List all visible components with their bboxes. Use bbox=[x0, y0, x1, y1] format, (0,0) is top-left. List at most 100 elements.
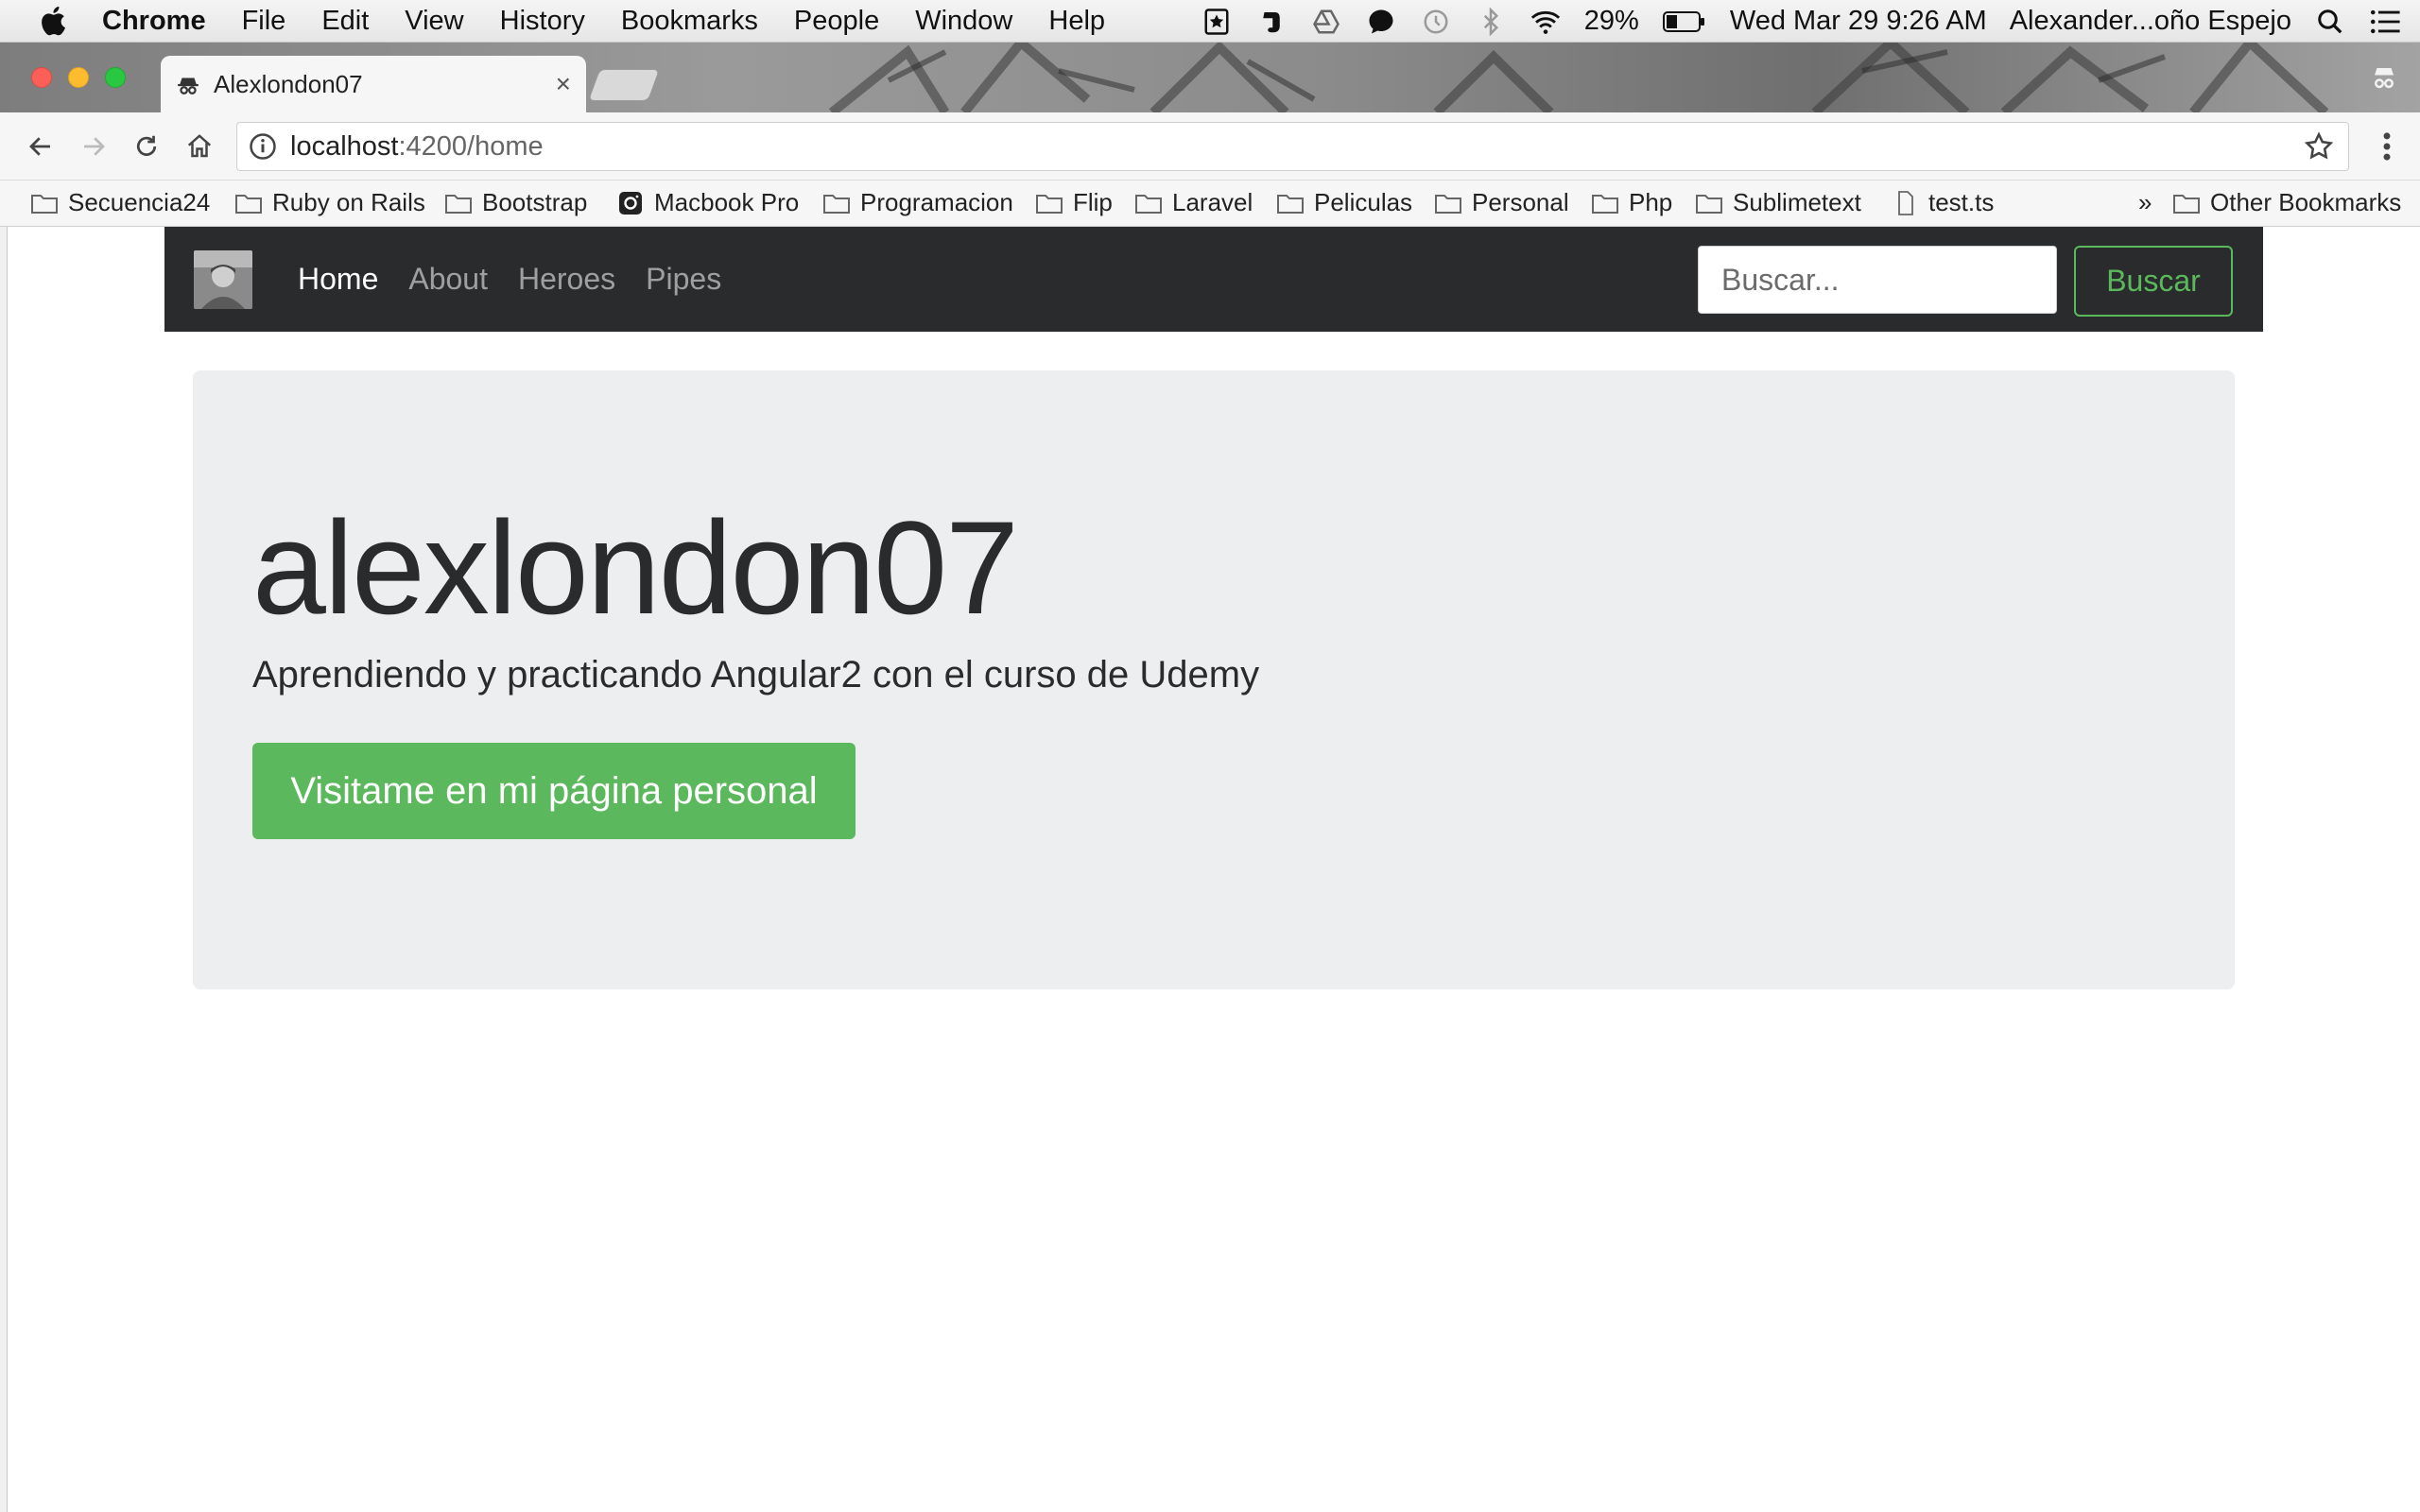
reload-button[interactable] bbox=[129, 129, 164, 164]
personal-page-button[interactable]: Visitame en mi página personal bbox=[252, 743, 856, 839]
bookmark-label: Other Bookmarks bbox=[2210, 188, 2402, 216]
battery-percent: 29% bbox=[1583, 6, 1639, 36]
bookmark-label: test.ts bbox=[1928, 188, 1995, 216]
chevron-double-right-icon: » bbox=[2138, 188, 2152, 216]
bookmark-label: Flip bbox=[1073, 188, 1113, 216]
browser-toolbar: localhost:4200/home bbox=[0, 112, 2420, 180]
nav-pipes[interactable]: Pipes bbox=[646, 262, 721, 297]
folder-icon bbox=[1135, 194, 1162, 214]
bookmark-flip[interactable]: Flip bbox=[1035, 188, 1113, 217]
menu-edit[interactable]: Edit bbox=[321, 6, 369, 37]
home-button[interactable] bbox=[182, 129, 217, 164]
bookmark-macbook-pro[interactable]: Macbook Pro bbox=[616, 188, 799, 217]
bookmark-label: Secuencia24 bbox=[68, 188, 211, 216]
reload-icon bbox=[136, 135, 157, 156]
folder-icon bbox=[2173, 194, 2200, 214]
new-tab-button[interactable] bbox=[587, 69, 661, 101]
battery-icon[interactable] bbox=[1662, 6, 1707, 38]
bookmark-label: Programacion bbox=[860, 188, 1013, 216]
bluetooth-icon[interactable] bbox=[1475, 6, 1507, 38]
arrow-left-icon bbox=[29, 137, 50, 156]
menu-window[interactable]: Window bbox=[915, 6, 1012, 37]
jumbotron-lead: Aprendiendo y practicando Angular2 con e… bbox=[252, 654, 1260, 696]
menu-file[interactable]: File bbox=[242, 6, 286, 37]
chrome-menu-icon[interactable] bbox=[2373, 129, 2401, 164]
search-button[interactable]: Buscar bbox=[2074, 246, 2233, 317]
menu-people[interactable]: People bbox=[794, 6, 879, 37]
tab-close-icon[interactable]: × bbox=[556, 69, 571, 99]
notification-center-icon[interactable] bbox=[2369, 6, 2401, 38]
folder-icon bbox=[823, 194, 850, 214]
window-zoom-button[interactable] bbox=[105, 67, 126, 88]
bookmark-other-bookmarks[interactable]: Other Bookmarks bbox=[2172, 188, 2401, 217]
file-icon bbox=[1898, 190, 1913, 215]
window-left-edge bbox=[0, 227, 8, 1512]
incognito-favicon-icon bbox=[178, 77, 199, 94]
bookmark-secuencia24[interactable]: Secuencia24 bbox=[30, 188, 210, 217]
brand-avatar[interactable] bbox=[194, 249, 252, 309]
bookmark-peliculas[interactable]: Peliculas bbox=[1276, 188, 1412, 217]
menu-view[interactable]: View bbox=[405, 6, 463, 37]
bookmark-app-icon[interactable] bbox=[1201, 6, 1233, 38]
profile-icon[interactable] bbox=[2368, 63, 2400, 92]
arrow-right-icon bbox=[84, 137, 105, 156]
tab-title: Alexlondon07 bbox=[214, 69, 363, 98]
jumbotron-title: alexlondon07 bbox=[252, 493, 1019, 642]
macos-menu-bar: Chrome File Edit View History Bookmarks … bbox=[0, 0, 2420, 43]
nav-about[interactable]: About bbox=[408, 262, 488, 297]
bookmark-label: Macbook Pro bbox=[654, 188, 800, 216]
bookmark-programacion[interactable]: Programacion bbox=[822, 188, 1013, 217]
evernote-icon[interactable] bbox=[1255, 6, 1288, 38]
address-bar[interactable]: localhost:4200/home bbox=[236, 122, 2349, 171]
menu-app-chrome[interactable]: Chrome bbox=[102, 6, 206, 37]
spotlight-search-icon[interactable] bbox=[2314, 6, 2346, 38]
window-minimize-button[interactable] bbox=[68, 67, 89, 88]
bookmark-bootstrap[interactable]: Bootstrap bbox=[444, 188, 587, 217]
tab-strip: Alexlondon07 × bbox=[0, 43, 2420, 112]
bookmark-label: Peliculas bbox=[1314, 188, 1413, 216]
wifi-icon[interactable] bbox=[1530, 6, 1562, 38]
instagram-icon bbox=[619, 191, 642, 215]
drive-icon[interactable] bbox=[1310, 6, 1342, 38]
bookmark-label: Sublimetext bbox=[1733, 188, 1861, 216]
menubar-status-area: 29% Wed Mar 29 9:26 AM Alexander...oño E… bbox=[1201, 0, 2420, 43]
tab-alexlondon07[interactable]: Alexlondon07 × bbox=[161, 56, 586, 112]
chat-bubble-icon[interactable] bbox=[1365, 6, 1397, 38]
nav-heroes[interactable]: Heroes bbox=[518, 262, 615, 297]
web-page: Home About Heroes Pipes Buscar alexlondo… bbox=[0, 227, 2420, 1512]
bookmark-ruby-on-rails[interactable]: Ruby on Rails bbox=[234, 188, 425, 217]
apple-icon[interactable] bbox=[38, 4, 72, 38]
wallpaper-palm-decoration bbox=[828, 43, 2329, 112]
folder-icon bbox=[235, 194, 262, 214]
bookmark-sublimetext[interactable]: Sublimetext bbox=[1695, 188, 1861, 217]
bookmarks-overflow-button[interactable]: » bbox=[2138, 188, 2152, 217]
nav-home[interactable]: Home bbox=[298, 262, 378, 297]
bookmark-star-icon[interactable] bbox=[2303, 130, 2335, 163]
bookmark-test-ts[interactable]: test.ts bbox=[1891, 188, 1994, 217]
bookmark-personal[interactable]: Personal bbox=[1434, 188, 1569, 217]
bookmark-label: Php bbox=[1629, 188, 1673, 216]
menu-bookmarks[interactable]: Bookmarks bbox=[621, 6, 758, 37]
bookmark-label: Ruby on Rails bbox=[272, 188, 425, 216]
user-name[interactable]: Alexander...oño Espejo bbox=[2010, 6, 2291, 37]
folder-icon bbox=[1696, 194, 1722, 214]
back-button[interactable] bbox=[23, 129, 59, 164]
info-icon[interactable] bbox=[249, 132, 277, 161]
url-path: :4200/home bbox=[398, 130, 544, 162]
bookmark-laravel[interactable]: Laravel bbox=[1134, 188, 1253, 217]
menu-help[interactable]: Help bbox=[1048, 6, 1105, 37]
time-machine-icon[interactable] bbox=[1420, 6, 1452, 38]
window-close-button[interactable] bbox=[31, 67, 52, 88]
bookmark-php[interactable]: Php bbox=[1591, 188, 1672, 217]
bookmark-label: Bootstrap bbox=[482, 188, 588, 216]
bookmarks-bar: Secuencia24 Ruby on Rails Bootstrap Macb… bbox=[0, 180, 2420, 227]
clock[interactable]: Wed Mar 29 9:26 AM bbox=[1730, 6, 1987, 37]
folder-icon bbox=[1435, 194, 1461, 214]
folder-icon bbox=[1277, 194, 1304, 214]
search-input[interactable] bbox=[1698, 246, 2057, 314]
folder-icon bbox=[1036, 194, 1063, 214]
folder-icon bbox=[31, 194, 58, 214]
menu-history[interactable]: History bbox=[500, 6, 585, 37]
forward-button[interactable] bbox=[76, 129, 112, 164]
folder-icon bbox=[445, 194, 472, 214]
